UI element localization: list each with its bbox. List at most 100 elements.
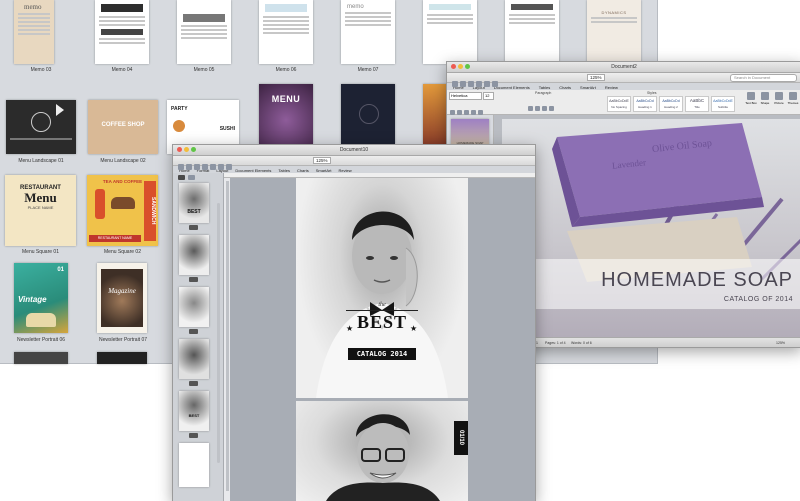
page-thumbnail-1[interactable]: BEST xyxy=(179,183,209,223)
template-label: Memo 06 xyxy=(275,67,297,73)
save-icon[interactable] xyxy=(468,81,474,87)
page-2[interactable]: 01/10 xyxy=(296,401,468,501)
vertical-ruler[interactable] xyxy=(226,181,229,491)
open-icon[interactable] xyxy=(460,81,466,87)
template-memo-03[interactable]: memo xyxy=(14,0,54,64)
template-memo-07[interactable]: memo xyxy=(341,0,395,64)
tab-tables[interactable]: Tables xyxy=(278,168,290,173)
template-menu-landscape-02[interactable]: COFFEE SHOP xyxy=(88,100,158,154)
text-box-tool[interactable]: Text Box xyxy=(745,92,757,105)
redo-icon[interactable] xyxy=(492,81,498,87)
print-icon[interactable] xyxy=(476,81,482,87)
print-icon[interactable] xyxy=(202,164,208,170)
style-no-spacing[interactable]: AaBbCcDdE No Spacing xyxy=(607,96,631,112)
tab-document-elements[interactable]: Document Elements xyxy=(494,85,530,90)
page-thumbnail-5[interactable]: BEST xyxy=(179,391,209,431)
format-painter-icon[interactable] xyxy=(226,164,232,170)
template-label: Memo 04 xyxy=(111,67,133,73)
minimize-button[interactable] xyxy=(184,147,189,152)
template-memo-08[interactable] xyxy=(423,0,477,64)
tab-smartart[interactable]: SmartArt xyxy=(580,85,596,90)
template-menu-landscape-01[interactable] xyxy=(6,100,76,154)
thumbnails-view-icon[interactable] xyxy=(178,175,185,180)
tab-review[interactable]: Review xyxy=(339,168,352,173)
font-size-field[interactable]: 12 xyxy=(483,92,494,100)
zoom-button[interactable] xyxy=(465,64,470,69)
page-1[interactable]: Olive Oil Soap Lavender HOMEMADE SOAP CA… xyxy=(502,119,800,337)
insert-tools: Text Box Shape Picture Themes xyxy=(745,92,799,105)
template-menu-square-02[interactable]: TEA AND COFFEE SANDWICH RESTAURANT NAME xyxy=(87,175,158,246)
outline-view-icon[interactable] xyxy=(188,175,195,180)
style-heading-1[interactable]: AaBbCcDd Heading 1 xyxy=(633,96,657,112)
place-name: PLACE NAME xyxy=(27,205,54,210)
picture-tool[interactable]: Picture xyxy=(773,92,785,105)
style-subtitle[interactable]: AaBbCcDdE Subtitle xyxy=(711,96,735,112)
tab-charts[interactable]: Charts xyxy=(559,85,571,90)
style-sample: AaBbCcDdE xyxy=(713,99,733,103)
close-button[interactable] xyxy=(451,64,456,69)
template-newsletter-08[interactable] xyxy=(14,352,68,364)
template-memo-05[interactable] xyxy=(177,0,231,64)
undo-icon[interactable] xyxy=(484,81,490,87)
template-label: Menu Square 01 xyxy=(22,249,59,255)
best-small-text: the xyxy=(378,302,386,308)
template-menu-square-01[interactable]: RESTAURANT Menu PLACE NAME xyxy=(5,175,76,246)
page-number-2 xyxy=(189,277,198,282)
tab-review[interactable]: Review xyxy=(605,85,618,90)
template-menu-dark[interactable] xyxy=(341,84,395,144)
template-newsletter-07[interactable]: Magazine xyxy=(97,263,147,333)
style-sample: AaBbCcDd xyxy=(662,99,680,103)
tab-tables[interactable]: Tables xyxy=(539,85,551,90)
themes-tool[interactable]: Themes xyxy=(787,92,799,105)
minimize-button[interactable] xyxy=(458,64,463,69)
save-icon[interactable] xyxy=(194,164,200,170)
style-title[interactable]: AaBbC Title xyxy=(685,96,709,112)
font-name-field[interactable]: Helvetica xyxy=(449,92,482,100)
zoom-select[interactable]: 125% xyxy=(313,157,331,164)
align-center-icon[interactable] xyxy=(535,106,540,111)
tab-smartart[interactable]: SmartArt xyxy=(316,168,332,173)
close-button[interactable] xyxy=(177,147,182,152)
subheadline: CATALOG OF 2014 xyxy=(723,296,793,303)
template-label: Menu Square 02 xyxy=(104,249,141,255)
page-thumbnail-6[interactable] xyxy=(179,443,209,487)
style-name: Heading 2 xyxy=(664,105,678,109)
memo-title: memo xyxy=(347,4,364,10)
pages-titlebar[interactable]: Document10 xyxy=(173,145,535,156)
style-sample: AaBbCcDdE xyxy=(609,99,629,103)
shape-tool[interactable]: Shape xyxy=(759,92,771,105)
new-doc-icon[interactable] xyxy=(452,81,458,87)
redo-icon[interactable] xyxy=(218,164,224,170)
open-icon[interactable] xyxy=(186,164,192,170)
bullets-icon[interactable] xyxy=(549,106,554,111)
tab-charts[interactable]: Charts xyxy=(297,168,309,173)
style-heading-2[interactable]: AaBbCcDd Heading 2 xyxy=(659,96,683,112)
sidebar-scrollbar[interactable] xyxy=(217,203,220,463)
status-zoom[interactable]: 125% xyxy=(776,341,785,345)
align-right-icon[interactable] xyxy=(542,106,547,111)
template-memo-04[interactable] xyxy=(95,0,149,64)
tool-label: Text Box xyxy=(745,101,757,105)
party-title: PARTY xyxy=(171,106,188,112)
zoom-button[interactable] xyxy=(191,147,196,152)
align-left-icon[interactable] xyxy=(528,106,533,111)
word-titlebar[interactable]: Document2 xyxy=(447,62,800,73)
page-thumbnail-2[interactable] xyxy=(179,235,209,275)
window-controls xyxy=(451,64,470,69)
page-thumbnail-3[interactable] xyxy=(179,287,209,327)
undo-icon[interactable] xyxy=(210,164,216,170)
new-doc-icon[interactable] xyxy=(178,164,184,170)
page-thumbnail-1[interactable]: HOMEMADE SOAP xyxy=(451,119,489,147)
styles-group-label: Styles xyxy=(647,91,657,95)
template-menu-photo[interactable]: MENU xyxy=(259,84,313,144)
template-memo-09[interactable] xyxy=(505,0,559,64)
zoom-select[interactable]: 125% xyxy=(587,74,605,81)
template-newsletter-09[interactable] xyxy=(97,352,147,364)
page-1[interactable]: the BEST ★ ★ CATALOG 2014 xyxy=(296,178,468,398)
tab-document-elements[interactable]: Document Elements xyxy=(235,168,271,173)
search-input[interactable]: Search in Document xyxy=(730,74,797,82)
template-memo-10[interactable]: DYNAMICS xyxy=(587,0,641,64)
page-thumbnail-4[interactable] xyxy=(179,339,209,379)
template-newsletter-06[interactable]: 01 Vintage xyxy=(14,263,68,333)
template-memo-06[interactable] xyxy=(259,0,313,64)
